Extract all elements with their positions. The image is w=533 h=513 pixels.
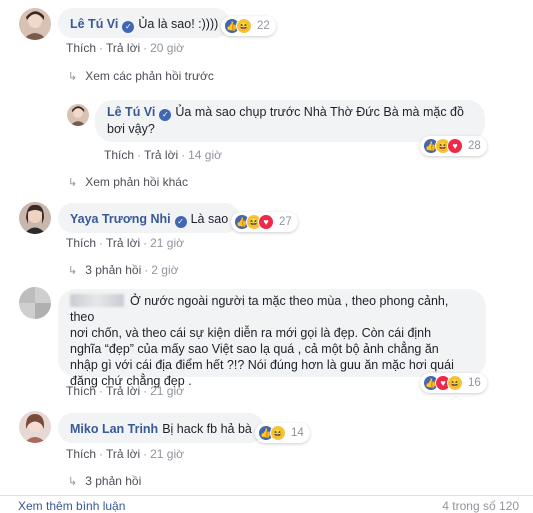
- verified-badge-icon: ✓: [159, 109, 172, 121]
- reply-button[interactable]: Trả lời: [106, 236, 140, 250]
- avatar[interactable]: [67, 104, 89, 126]
- timestamp[interactable]: 21 giờ: [150, 447, 184, 461]
- timestamp[interactable]: 14 giờ: [188, 148, 222, 162]
- comment-bubble: Lê Tú Vi ✓ Ủa là sao! :)))): [58, 8, 231, 38]
- comment-bubble: Ở nước ngoài người ta mặc theo mùa , the…: [58, 289, 486, 388]
- reply-button[interactable]: Trả lời: [106, 384, 140, 398]
- previous-replies-label: Xem các phản hồi trước: [85, 69, 214, 83]
- like-button[interactable]: Thích: [66, 384, 96, 398]
- reply-button[interactable]: Trả lời: [106, 447, 140, 461]
- reaction-count: 27: [279, 216, 292, 228]
- reaction-summary[interactable]: 👍 😆 ♥ 28: [420, 136, 487, 156]
- comment-count: 4 trong số 120: [442, 499, 519, 513]
- comment-actions: Thích · Trả lời · 21 giờ: [66, 447, 184, 461]
- reply-arrow-icon: ↳: [68, 476, 78, 488]
- comment-text-line: nghĩa “đẹp” của mấy sao Việt sao lạ quá …: [70, 342, 439, 356]
- reaction-summary[interactable]: 👍 😆 14: [255, 423, 310, 443]
- author-name[interactable]: Lê Tú Vi: [70, 17, 118, 31]
- avatar[interactable]: [19, 411, 51, 443]
- reply-arrow-icon: ↳: [68, 71, 78, 83]
- author-name[interactable]: Miko Lan Trinh: [70, 422, 158, 436]
- avatar[interactable]: [19, 287, 51, 319]
- comment-text: Là sao: [190, 212, 229, 226]
- verified-badge-icon: ✓: [174, 216, 187, 228]
- haha-icon: 😆: [236, 18, 252, 34]
- reply-button[interactable]: Trả lời: [144, 148, 178, 162]
- previous-replies-link[interactable]: ↳ Xem các phản hồi trước: [68, 69, 214, 83]
- comment-actions: Thích · Trả lời · 21 giờ: [66, 384, 184, 398]
- avatar[interactable]: [19, 202, 51, 234]
- like-button[interactable]: Thích: [66, 41, 96, 55]
- comment-actions: Thích · Trả lời · 21 giờ: [66, 236, 184, 250]
- comment-text: Bị hack fb hả bà: [162, 422, 252, 436]
- like-button[interactable]: Thích: [104, 148, 134, 162]
- author-name[interactable]: Yaya Trương Nhi: [70, 212, 171, 226]
- comment-bubble: Miko Lan Trinh Bị hack fb hả bà: [58, 413, 264, 443]
- reaction-summary[interactable]: 👍 😆 22: [221, 16, 276, 36]
- reaction-summary[interactable]: 👍 ♥ 😆 16: [420, 373, 487, 393]
- reply-actions: Thích · Trả lời · 14 giờ: [104, 148, 222, 162]
- love-icon: ♥: [258, 214, 274, 230]
- reply-button[interactable]: Trả lời: [106, 41, 140, 55]
- replies-link[interactable]: ↳ 3 phản hồi · 2 giờ: [68, 263, 179, 277]
- author-name[interactable]: Lê Tú Vi: [107, 105, 155, 119]
- comment-text: Ủa là sao! :)))): [138, 17, 219, 31]
- view-more-comments-link[interactable]: Xem thêm bình luận: [18, 499, 125, 513]
- comment-actions: Thích · Trả lời · 20 giờ: [66, 41, 184, 55]
- other-replies-link[interactable]: ↳ Xem phản hồi khác: [68, 175, 188, 189]
- comments-footer: Xem thêm bình luận 4 trong số 120: [0, 495, 533, 513]
- reaction-count: 28: [468, 140, 481, 152]
- comment-text-line: nhập gì với cái địa điểm hết ?!? Nói đún…: [70, 358, 454, 372]
- comment-bubble: Yaya Trương Nhi ✓ Là sao: [58, 203, 241, 233]
- timestamp[interactable]: 21 giờ: [150, 236, 184, 250]
- haha-icon: 😆: [447, 375, 463, 391]
- reply-arrow-icon: ↳: [68, 265, 78, 277]
- reply-text-line: Ủa mà sao chụp trước Nhà Thờ Đức Bà mà m…: [175, 105, 464, 119]
- replies-time: 2 giờ: [151, 263, 179, 277]
- reaction-count: 16: [468, 377, 481, 389]
- replies-link[interactable]: ↳ 3 phản hồi: [68, 474, 141, 488]
- timestamp[interactable]: 21 giờ: [150, 384, 184, 398]
- reply-text-line: bơi vậy?: [107, 122, 155, 136]
- comment-text-line: nơi chốn, và theo cái sự kiện diễn ra mớ…: [70, 326, 432, 340]
- verified-badge-icon: ✓: [122, 21, 135, 33]
- love-icon: ♥: [447, 138, 463, 154]
- avatar[interactable]: [19, 8, 51, 40]
- reaction-count: 22: [257, 20, 270, 32]
- reaction-summary[interactable]: 👍 😆 ♥ 27: [231, 212, 298, 232]
- comment-text-line: Ở nước ngoài người ta mặc theo mùa , the…: [70, 294, 449, 324]
- reply-arrow-icon: ↳: [68, 177, 78, 189]
- like-button[interactable]: Thích: [66, 236, 96, 250]
- like-button[interactable]: Thích: [66, 447, 96, 461]
- replies-count-label: 3 phản hồi: [85, 263, 142, 277]
- timestamp[interactable]: 20 giờ: [150, 41, 184, 55]
- replies-count-label: 3 phản hồi: [85, 474, 142, 488]
- other-replies-label: Xem phản hồi khác: [85, 175, 188, 189]
- reaction-count: 14: [291, 427, 304, 439]
- haha-icon: 😆: [270, 425, 286, 441]
- redacted-author-name: [70, 294, 124, 307]
